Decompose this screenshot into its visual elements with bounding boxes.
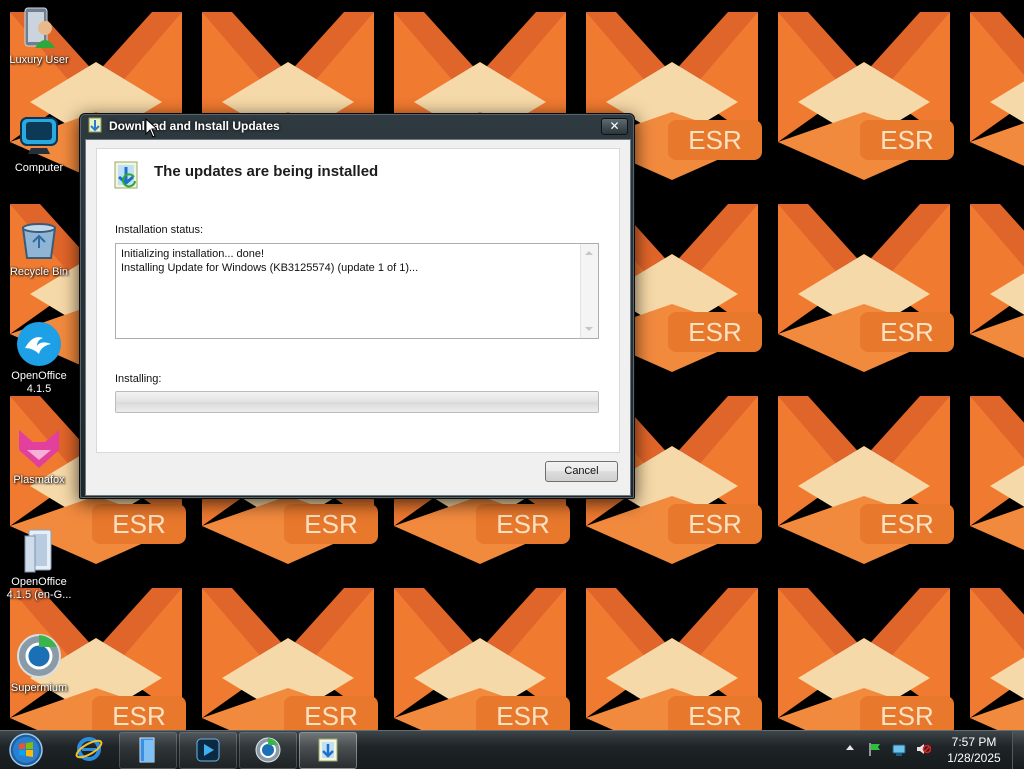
wallpaper-tile: ESR (384, 568, 576, 730)
content-panel: The updates are being installed Installa… (96, 148, 620, 453)
taskbar-internet-explorer-button[interactable] (61, 732, 117, 767)
status-line: Initializing installation... done! (121, 248, 265, 260)
svg-text:ESR: ESR (688, 701, 741, 730)
log-scrollbar[interactable] (580, 244, 598, 338)
computer-icon (20, 117, 58, 154)
taskbar-windows-update-button[interactable] (299, 732, 357, 769)
dialog-titlebar[interactable]: Download and Install Updates ✕ (80, 114, 634, 138)
installation-status-log[interactable]: Initializing installation... done! Insta… (115, 243, 599, 339)
status-line: Installing Update for Windows (KB3125574… (121, 262, 419, 274)
scroll-down-icon[interactable] (585, 327, 593, 331)
internet-explorer-icon (75, 737, 103, 761)
wallpaper-tile: ESR (960, 184, 1024, 376)
desktop-icon-label: Supermium (10, 682, 68, 694)
network-icon[interactable] (891, 741, 907, 757)
action-center-flag-icon[interactable] (867, 741, 883, 757)
wallpaper-tile: ESR (768, 568, 960, 730)
desktop-icon-label: OpenOffice 4.1.5 (4, 370, 74, 396)
update-dialog-window: Download and Install Updates ✕ The updat… (79, 113, 635, 499)
windows-update-icon (88, 117, 102, 133)
wallpaper-tile: ESR (576, 568, 768, 730)
desktop-icon-label: Computer (14, 162, 64, 174)
desktop-icon-supermium[interactable]: Supermium (4, 632, 74, 695)
taskbar-file-explorer-button[interactable] (119, 732, 177, 769)
dialog-client-area: The updates are being installed Installa… (85, 139, 631, 496)
windows-update-icon (318, 738, 338, 762)
svg-text:ESR: ESR (688, 317, 741, 347)
start-button[interactable] (8, 732, 44, 768)
page-title: The updates are being installed (154, 163, 379, 180)
clock-date[interactable]: 1/28/2025 (940, 751, 1008, 765)
taskbar: 7:57 PM 1/28/2025 (0, 730, 1024, 769)
svg-text:ESR: ESR (496, 701, 549, 730)
svg-text:ESR: ESR (688, 509, 741, 539)
wallpaper-tile: ESR (768, 376, 960, 568)
volume-muted-icon[interactable] (915, 741, 931, 757)
wallpaper-tile: ESR (960, 568, 1024, 730)
svg-text:ESR: ESR (880, 509, 933, 539)
desktop-icon-label: Plasmafox (13, 474, 65, 486)
svg-text:ESR: ESR (112, 509, 165, 539)
desktop-icon-recycle-bin[interactable]: Recycle Bin (4, 216, 74, 279)
clock-time[interactable]: 7:57 PM (946, 735, 1002, 749)
installing-label: Installing: (115, 373, 162, 385)
show-hidden-icons-button[interactable] (846, 745, 854, 750)
wallpaper-tile: ESR (192, 568, 384, 730)
cancel-button[interactable]: Cancel (545, 461, 618, 482)
supermium-icon (255, 737, 281, 763)
wallpaper-tile: ESR (768, 0, 960, 184)
desktop-icon-openoffice[interactable]: OpenOffice 4.1.5 (4, 320, 74, 396)
media-player-icon (196, 738, 220, 762)
user-icon (24, 7, 55, 48)
status-lines: Initializing installation... done! Insta… (121, 247, 576, 275)
desktop-icon-openoffice-installer[interactable]: OpenOffice 4.1.5 (en-G... (4, 526, 74, 602)
svg-text:ESR: ESR (880, 317, 933, 347)
mouse-cursor-icon (145, 118, 157, 138)
desktop-icon-luxury-user[interactable]: Luxury User (4, 4, 74, 67)
desktop-icon-label-text: OpenOffice 4.1.5 (11, 370, 67, 395)
taskbar-media-player-button[interactable] (179, 732, 237, 769)
svg-text:ESR: ESR (880, 125, 933, 155)
show-desktop-button[interactable] (1012, 731, 1024, 769)
svg-text:ESR: ESR (688, 125, 741, 155)
svg-text:ESR: ESR (304, 701, 357, 730)
installation-progress-bar (115, 391, 599, 413)
supermium-icon (17, 634, 61, 678)
svg-text:ESR: ESR (880, 701, 933, 730)
windows-update-icon (114, 161, 138, 189)
wallpaper-tile: ESR (960, 0, 1024, 184)
installer-icon (24, 529, 52, 573)
openoffice-icon (17, 322, 61, 366)
close-button[interactable]: ✕ (601, 118, 628, 135)
folder-icon (139, 737, 155, 763)
desktop-icon-label: OpenOffice 4.1.5 (en-G... (6, 576, 72, 601)
desktop-icon-plasmafox[interactable]: Plasmafox (4, 424, 74, 487)
recycle-bin-icon (21, 223, 57, 259)
desktop-icon-label: Luxury User (9, 54, 69, 66)
svg-text:ESR: ESR (304, 509, 357, 539)
plasmafox-icon (19, 430, 59, 468)
installation-status-label: Installation status: (115, 224, 204, 236)
scroll-up-icon[interactable] (585, 251, 593, 255)
desktop-icon-label: Recycle Bin (9, 266, 69, 278)
svg-text:ESR: ESR (112, 701, 165, 730)
wallpaper-tile: ESR (768, 184, 960, 376)
wallpaper-tile: ESR (960, 376, 1024, 568)
taskbar-supermium-button[interactable] (239, 732, 297, 769)
svg-text:ESR: ESR (496, 509, 549, 539)
dialog-title: Download and Install Updates (109, 119, 280, 133)
desktop-icon-computer[interactable]: Computer (4, 112, 74, 175)
